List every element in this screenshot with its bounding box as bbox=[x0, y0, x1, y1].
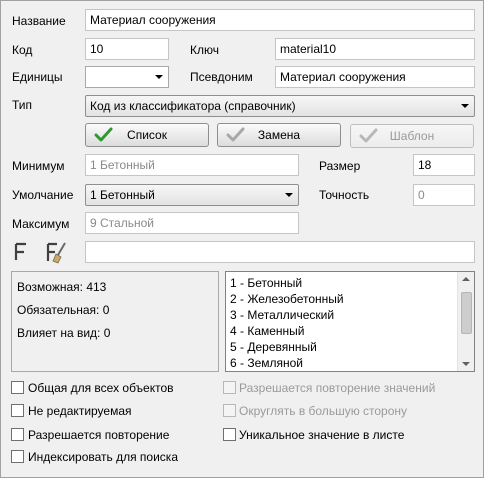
attribute-properties-dialog: Название Материал сооружения Код 10 Ключ… bbox=[0, 0, 484, 478]
replace-button[interactable]: Замена bbox=[217, 123, 341, 147]
list-item[interactable]: 2 - Железобетонный bbox=[230, 291, 344, 307]
maximum-input[interactable]: 9 Стальной bbox=[85, 212, 299, 234]
default-value: 1 Бетонный bbox=[90, 188, 155, 202]
default-select[interactable]: 1 Бетонный bbox=[85, 184, 299, 206]
minimum-label: Минимум bbox=[12, 159, 65, 173]
common-all-checkbox[interactable] bbox=[11, 381, 24, 394]
alias-label: Псевдоним bbox=[190, 70, 253, 84]
units-select[interactable] bbox=[85, 66, 169, 88]
code-input[interactable]: 10 bbox=[85, 38, 169, 60]
list-button[interactable]: Список bbox=[85, 123, 209, 147]
template-button-label: Шаблон bbox=[389, 129, 435, 143]
key-label: Ключ bbox=[190, 43, 219, 57]
round-up-checkbox[interactable] bbox=[223, 404, 236, 417]
size-label: Размер bbox=[319, 159, 361, 173]
code-label: Код bbox=[12, 43, 33, 57]
values-listbox[interactable]: 1 - Бетонный 2 - Железобетонный 3 - Мета… bbox=[225, 271, 475, 372]
type-value: Код из классификатора (справочник) bbox=[90, 99, 296, 113]
list-item[interactable]: 3 - Металлический bbox=[230, 307, 334, 323]
chevron-down-icon bbox=[461, 104, 469, 108]
allow-repeat-label: Разрешается повторение bbox=[28, 428, 170, 442]
not-editable-checkbox[interactable] bbox=[11, 404, 24, 417]
required-count: Обязательная: 0 bbox=[17, 303, 110, 317]
allow-repeat-values-checkbox[interactable] bbox=[223, 381, 236, 394]
index-search-checkbox[interactable] bbox=[11, 450, 24, 463]
common-all-label: Общая для всех объектов bbox=[28, 381, 174, 395]
key-input[interactable]: material10 bbox=[275, 38, 475, 60]
size-input[interactable]: 18 bbox=[413, 154, 475, 176]
type-label: Тип bbox=[12, 98, 33, 112]
not-editable-label: Не редактируемая bbox=[28, 404, 132, 418]
checkmark-icon bbox=[94, 127, 113, 142]
formula-input[interactable] bbox=[85, 241, 475, 263]
scroll-up-arrow-icon[interactable] bbox=[462, 276, 470, 282]
index-search-label: Индексировать для поиска bbox=[28, 450, 178, 464]
chevron-down-icon bbox=[285, 193, 293, 197]
list-item[interactable]: 1 - Бетонный bbox=[230, 275, 302, 291]
name-input[interactable]: Материал сооружения bbox=[85, 9, 475, 31]
default-label: Умолчание bbox=[12, 188, 74, 202]
type-select[interactable]: Код из классификатора (справочник) bbox=[85, 95, 475, 117]
units-label: Единицы bbox=[12, 70, 63, 84]
allow-repeat-values-label: Разрешается повторение значений bbox=[239, 381, 436, 395]
minimum-input[interactable]: 1 Бетонный bbox=[85, 154, 299, 176]
chevron-down-icon bbox=[155, 75, 163, 79]
scroll-down-arrow-icon[interactable] bbox=[462, 361, 470, 367]
listbox-scrollbar[interactable] bbox=[457, 272, 474, 371]
checkmark-icon bbox=[359, 128, 378, 143]
info-panel: Возможная: 413 Обязательная: 0 Влияет на… bbox=[11, 271, 219, 372]
allow-repeat-checkbox[interactable] bbox=[11, 428, 24, 441]
alias-input[interactable]: Материал сооружения bbox=[275, 66, 475, 88]
list-item[interactable]: 4 - Каменный bbox=[230, 323, 305, 339]
list-button-label: Список bbox=[127, 128, 167, 142]
name-label: Название bbox=[12, 14, 66, 28]
unique-in-sheet-label: Уникальное значение в листе bbox=[239, 428, 405, 442]
unique-in-sheet-checkbox[interactable] bbox=[223, 428, 236, 441]
formula-brush-icon[interactable] bbox=[45, 241, 71, 265]
formula-f-icon[interactable] bbox=[13, 242, 29, 262]
template-button[interactable]: Шаблон bbox=[350, 124, 474, 148]
list-item[interactable]: 5 - Деревянный bbox=[230, 339, 317, 355]
possible-count: Возможная: 413 bbox=[17, 280, 107, 294]
precision-input[interactable]: 0 bbox=[413, 184, 475, 206]
replace-button-label: Замена bbox=[257, 128, 301, 142]
list-item[interactable]: 6 - Земляной bbox=[230, 355, 303, 371]
maximum-label: Максимум bbox=[12, 217, 70, 231]
precision-label: Точность bbox=[319, 188, 370, 202]
affects-view-count: Влияет на вид: 0 bbox=[17, 326, 111, 340]
round-up-label: Округлять в большую сторону bbox=[239, 404, 408, 418]
checkmark-icon bbox=[226, 127, 245, 142]
scrollbar-thumb[interactable] bbox=[461, 292, 472, 334]
